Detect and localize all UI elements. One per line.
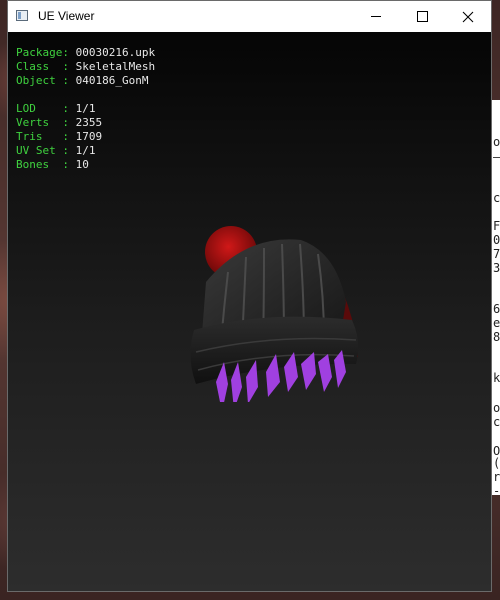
side-char: -	[493, 484, 500, 495]
side-char: r	[493, 470, 500, 484]
side-char: F	[493, 219, 500, 233]
class-label: Class :	[16, 60, 69, 73]
minimize-icon	[371, 16, 381, 17]
verts-value: 2355	[75, 116, 103, 129]
side-char: o	[493, 401, 500, 415]
info-row-class: Class : SkeletalMesh	[16, 60, 155, 74]
side-divider	[493, 157, 500, 158]
app-icon[interactable]	[16, 10, 28, 21]
info-row-lod: LOD : 1/1	[16, 102, 155, 116]
bones-label: Bones :	[16, 158, 69, 171]
uvset-value: 1/1	[75, 144, 96, 157]
class-value: SkeletalMesh	[75, 60, 156, 73]
title-bar[interactable]: UE Viewer	[8, 1, 491, 32]
beanie-hat-model[interactable]	[176, 212, 376, 402]
minimize-button[interactable]	[353, 1, 399, 32]
window-title: UE Viewer	[38, 9, 95, 23]
info-row-tris: Tris : 1709	[16, 130, 155, 144]
verts-label: Verts :	[16, 116, 69, 129]
side-char: 7	[493, 247, 500, 261]
close-icon	[462, 11, 474, 22]
side-char: 8	[493, 330, 500, 344]
side-char: 0	[493, 233, 500, 247]
lod-value: 1/1	[75, 102, 96, 115]
mesh-info-overlay: Package: 00030216.upk Class : SkeletalMe…	[16, 46, 155, 172]
info-row-uvset: UV Set : 1/1	[16, 144, 155, 158]
info-row-package: Package: 00030216.upk	[16, 46, 155, 60]
info-row-verts: Verts : 2355	[16, 116, 155, 130]
side-char: c	[493, 191, 500, 205]
tris-label: Tris :	[16, 130, 69, 143]
side-char: e	[493, 316, 500, 330]
package-label: Package:	[16, 46, 69, 59]
ue-viewer-window: UE Viewer Package: 00030216.upk Class : …	[7, 0, 492, 592]
side-char: o	[493, 135, 500, 149]
side-char: k	[493, 371, 500, 385]
info-row-object: Object : 040186_GonM	[16, 74, 155, 88]
side-char: c	[493, 415, 500, 429]
object-value: 040186_GonM	[75, 74, 149, 87]
side-char: (	[493, 456, 500, 470]
tris-value: 1709	[75, 130, 103, 143]
maximize-button[interactable]	[399, 1, 445, 32]
3d-viewport[interactable]: Package: 00030216.upk Class : SkeletalMe…	[8, 32, 491, 591]
lod-label: LOD :	[16, 102, 69, 115]
package-value: 00030216.upk	[75, 46, 156, 59]
side-char: 6	[493, 302, 500, 316]
side-char: 3	[493, 261, 500, 275]
object-label: Object :	[16, 74, 69, 87]
info-row-bones: Bones : 10	[16, 158, 155, 172]
uvset-label: UV Set :	[16, 144, 69, 157]
bones-value: 10	[75, 158, 89, 171]
maximize-icon	[416, 11, 428, 22]
close-button[interactable]	[445, 1, 491, 32]
